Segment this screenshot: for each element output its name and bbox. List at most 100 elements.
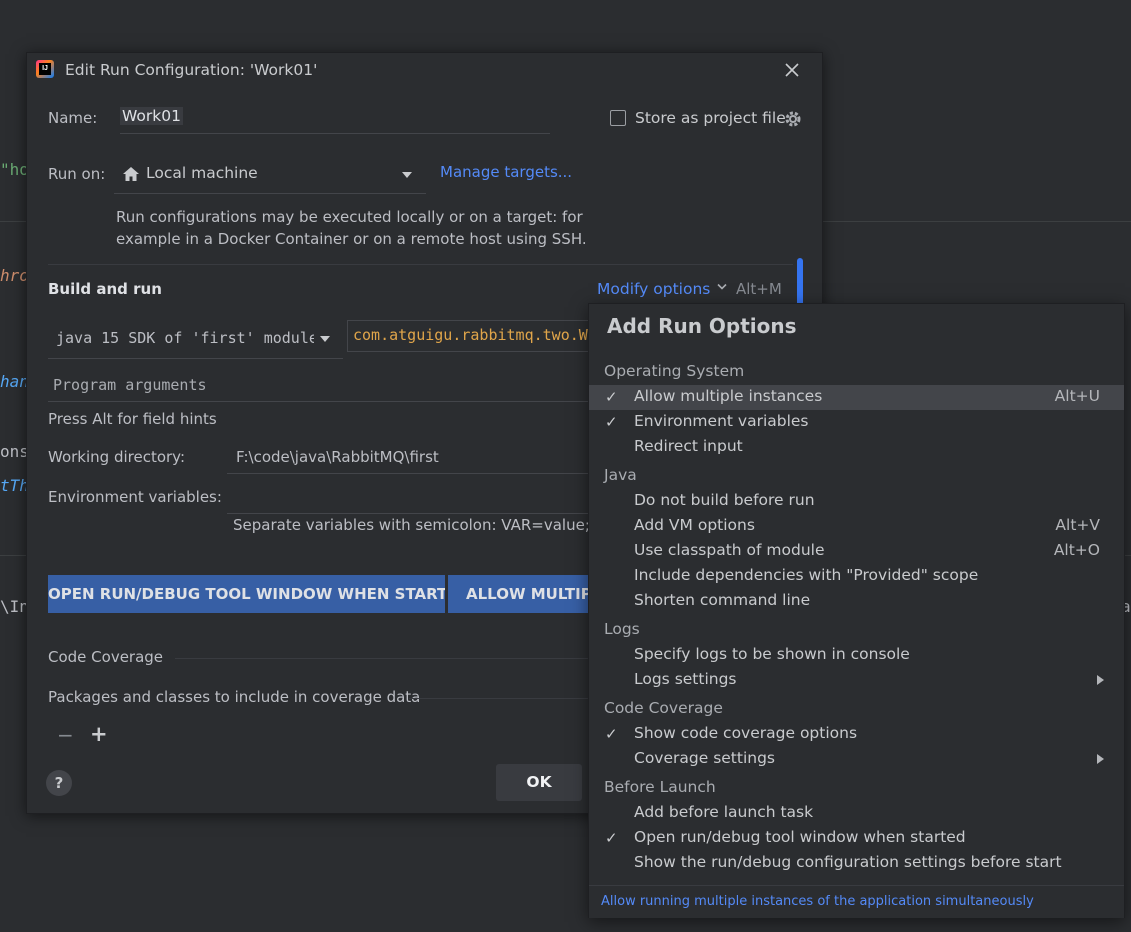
option-item[interactable]: Add before launch task — [589, 801, 1124, 826]
modify-options-label: Modify options — [597, 280, 711, 298]
run-on-description-line: example in a Docker Container or on a re… — [116, 230, 587, 248]
option-item-label: Environment variables — [634, 412, 809, 430]
option-item[interactable]: Use classpath of module Alt+O — [589, 539, 1124, 564]
dropdown-arrow-icon — [402, 172, 412, 178]
checkmark-icon: ✓ — [605, 413, 618, 431]
run-on-description: Run configurations may be executed local… — [116, 206, 596, 250]
option-item[interactable]: Coverage settings — [589, 747, 1124, 772]
help-button[interactable]: ? — [46, 770, 72, 796]
submenu-arrow-icon — [1097, 754, 1104, 764]
working-directory-value: F:\code\java\RabbitMQ\first — [236, 448, 439, 466]
program-arguments-placeholder: Program arguments — [53, 376, 207, 394]
option-group-header: Before Launch — [604, 778, 716, 796]
close-icon — [785, 63, 799, 77]
main-class-value: com.atguigu.rabbitmq.two.W — [353, 326, 588, 344]
add-icon[interactable]: + — [90, 722, 108, 746]
code-fragment: "ho — [0, 160, 29, 179]
popup-footer: Allow running multiple instances of the … — [589, 885, 1124, 918]
option-item[interactable]: ✓ Environment variables — [589, 410, 1124, 435]
name-field[interactable]: Work01 — [120, 105, 550, 133]
popup-title: Add Run Options — [607, 314, 797, 338]
code-fragment: hro — [0, 266, 29, 285]
close-button[interactable] — [779, 57, 805, 83]
option-item-shortcut: Alt+O — [1053, 541, 1100, 559]
manage-targets-link[interactable]: Manage targets... — [440, 163, 572, 181]
environment-variables-field[interactable] — [227, 481, 597, 514]
option-item-label: Redirect input — [634, 437, 743, 455]
modify-options-shortcut: Alt+M — [736, 280, 782, 298]
run-options-list: Operating System ✓ Allow multiple instance… — [589, 353, 1124, 885]
gear-icon[interactable] — [783, 109, 803, 129]
run-on-description-line: Run configurations may be executed local… — [116, 208, 583, 226]
option-item[interactable]: Include dependencies with "Provided" sco… — [589, 564, 1124, 589]
build-and-run-header: Build and run — [48, 280, 162, 298]
option-item-label: Logs settings — [634, 670, 737, 688]
working-directory-label: Working directory: — [48, 448, 186, 466]
name-value: Work01 — [120, 107, 183, 125]
checkmark-icon: ✓ — [605, 388, 618, 406]
dropdown-arrow-icon — [320, 336, 330, 342]
option-item-label: Use classpath of module — [634, 541, 825, 559]
jdk-combobox[interactable]: java 15 SDK of 'first' module — [48, 320, 343, 359]
intellij-logo-icon: IJ — [36, 60, 54, 78]
remove-icon[interactable]: − — [57, 723, 74, 747]
section-separator — [409, 698, 595, 699]
code-fragment: tTh — [0, 476, 29, 495]
option-group-header: Operating System — [604, 362, 745, 380]
option-item-label: Coverage settings — [634, 749, 775, 767]
option-item[interactable]: Shorten command line — [589, 589, 1124, 614]
environment-variables-label: Environment variables: — [48, 488, 222, 506]
option-item[interactable]: Redirect input — [589, 435, 1124, 460]
option-item[interactable]: Specify logs to be shown in console — [589, 643, 1124, 668]
option-item-label: Add VM options — [634, 516, 755, 534]
option-item-shortcut: Alt+V — [1055, 516, 1100, 534]
option-item[interactable]: ✓ Open run/debug tool window when started — [589, 826, 1124, 851]
store-as-project-file-checkbox[interactable] — [610, 110, 626, 126]
option-item[interactable]: Logs settings — [589, 668, 1124, 693]
option-group-header: Java — [604, 466, 637, 484]
main-class-field[interactable]: com.atguigu.rabbitmq.two.W — [347, 320, 599, 352]
name-label: Name: — [48, 109, 98, 127]
option-item-label: Do not build before run — [634, 491, 815, 509]
option-item-label: Open run/debug tool window when started — [634, 828, 966, 846]
modify-options-link[interactable]: Modify options — [597, 280, 727, 298]
field-hint-text: Press Alt for field hints — [48, 410, 217, 428]
option-item[interactable]: Show the run/debug configuration setting… — [589, 851, 1124, 876]
option-description: Allow running multiple instances of the … — [601, 894, 1034, 909]
option-item-label: Show the run/debug configuration setting… — [634, 853, 1062, 871]
code-fragment: ons — [0, 442, 29, 461]
option-item[interactable]: ✓ Allow multiple instances Alt+U — [589, 385, 1124, 410]
open-tool-window-tag[interactable]: OPEN RUN/DEBUG TOOL WINDOW WHEN STARTED — [48, 575, 445, 613]
code-fragment: han — [0, 372, 29, 391]
option-item[interactable]: Do not build before run — [589, 489, 1124, 514]
section-separator — [48, 264, 793, 265]
option-item-label: Specify logs to be shown in console — [634, 645, 910, 663]
option-group-header: Logs — [604, 620, 640, 638]
run-on-label: Run on: — [48, 165, 106, 183]
option-item-label: Include dependencies with "Provided" sco… — [634, 566, 979, 584]
dialog-titlebar[interactable]: IJ Edit Run Configuration: 'Work01' — [27, 53, 822, 87]
option-item[interactable]: ✓ Show code coverage options — [589, 722, 1124, 747]
checkmark-icon: ✓ — [605, 829, 618, 847]
option-item-shortcut: Alt+U — [1054, 387, 1100, 405]
program-arguments-field[interactable]: Program arguments — [48, 371, 598, 402]
environment-variables-hint: Separate variables with semicolon: VAR=v… — [233, 516, 597, 534]
code-coverage-header: Code Coverage — [48, 648, 164, 666]
add-run-options-popup: Add Run Options Operating System ✓ Allow m… — [588, 303, 1125, 918]
option-item[interactable]: Add VM options Alt+V — [589, 514, 1124, 539]
working-directory-field[interactable]: F:\code\java\RabbitMQ\first — [227, 439, 597, 474]
home-icon — [123, 167, 139, 181]
option-item-label: Show code coverage options — [634, 724, 858, 742]
ok-button[interactable]: OK — [496, 764, 582, 801]
chevron-down-icon — [717, 283, 727, 290]
submenu-arrow-icon — [1097, 675, 1104, 685]
dialog-title: Edit Run Configuration: 'Work01' — [65, 61, 318, 79]
option-item-label: Shorten command line — [634, 591, 811, 609]
option-item-label: Add before launch task — [634, 803, 814, 821]
checkmark-icon: ✓ — [605, 725, 618, 743]
store-as-project-file-label[interactable]: Store as project file — [635, 109, 786, 127]
option-item-label: Allow multiple instances — [634, 387, 823, 405]
allow-multiple-instances-tag[interactable]: ALLOW MULTIPLE INSTANCES — [448, 575, 598, 613]
coverage-packages-label: Packages and classes to include in cover… — [48, 688, 421, 706]
run-on-combobox[interactable]: Local machine — [114, 157, 426, 194]
